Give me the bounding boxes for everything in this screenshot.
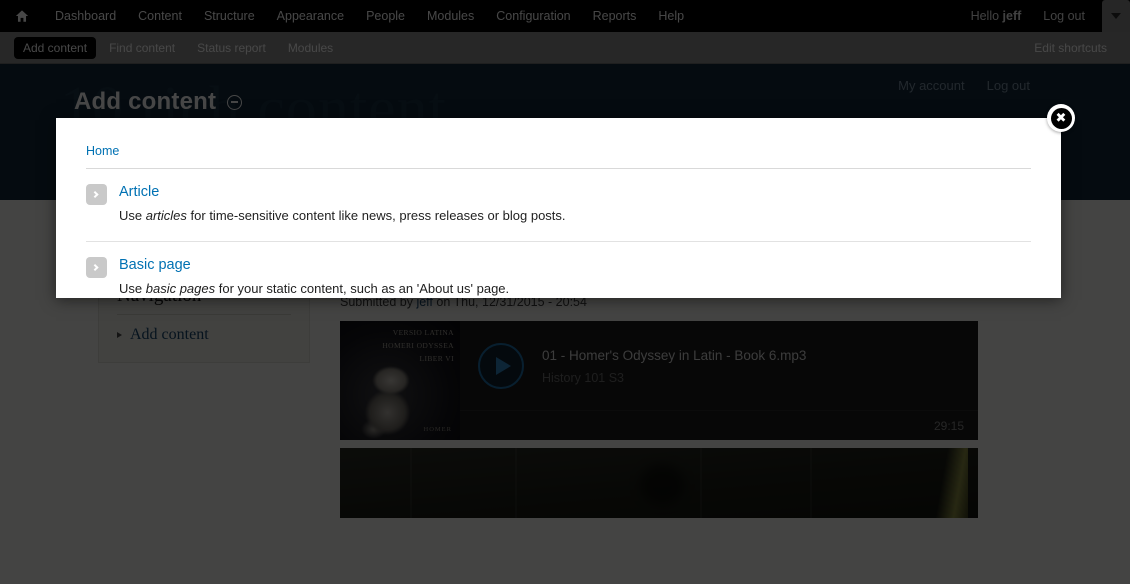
breadcrumb-home-link[interactable]: Home <box>86 144 119 158</box>
desc-pre: Use <box>119 208 146 223</box>
breadcrumb: Home <box>86 144 1031 169</box>
desc-emphasis: articles <box>145 208 187 223</box>
add-content-modal: ✖ Home Article Use articles for time-sen… <box>56 104 1075 298</box>
content-type-description: Use articles for time-sensitive content … <box>119 207 1031 225</box>
content-type-link-article[interactable]: Article <box>119 184 159 200</box>
desc-post: for your static content, such as an 'Abo… <box>215 280 510 296</box>
chevron-right-icon <box>86 256 107 278</box>
close-x-glyph: ✖ <box>1050 107 1072 129</box>
content-type-row-basic-page[interactable]: Basic page Use basic pages for your stat… <box>86 242 1031 314</box>
screen: 10 rich content My account Log out Add c… <box>0 0 1130 584</box>
desc-emphasis: basic pages <box>145 280 216 296</box>
content-type-body: Basic page Use basic pages for your stat… <box>119 256 1031 298</box>
close-circle-icon[interactable]: ✖ <box>1047 104 1075 132</box>
chevron-right-icon <box>86 184 107 205</box>
content-type-row-article[interactable]: Article Use articles for time-sensitive … <box>86 169 1031 242</box>
content-type-body: Article Use articles for time-sensitive … <box>119 183 1031 225</box>
desc-post: for time-sensitive content like news, pr… <box>186 208 566 223</box>
content-type-link-basic-page[interactable]: Basic page <box>119 257 191 273</box>
modal-inner: Home Article Use articles for time-sensi… <box>56 118 1061 313</box>
desc-pre: Use <box>119 280 146 296</box>
chevron-glyph <box>91 190 99 199</box>
content-type-description: Use basic pages for your static content,… <box>119 280 1031 298</box>
chevron-glyph <box>91 263 99 271</box>
